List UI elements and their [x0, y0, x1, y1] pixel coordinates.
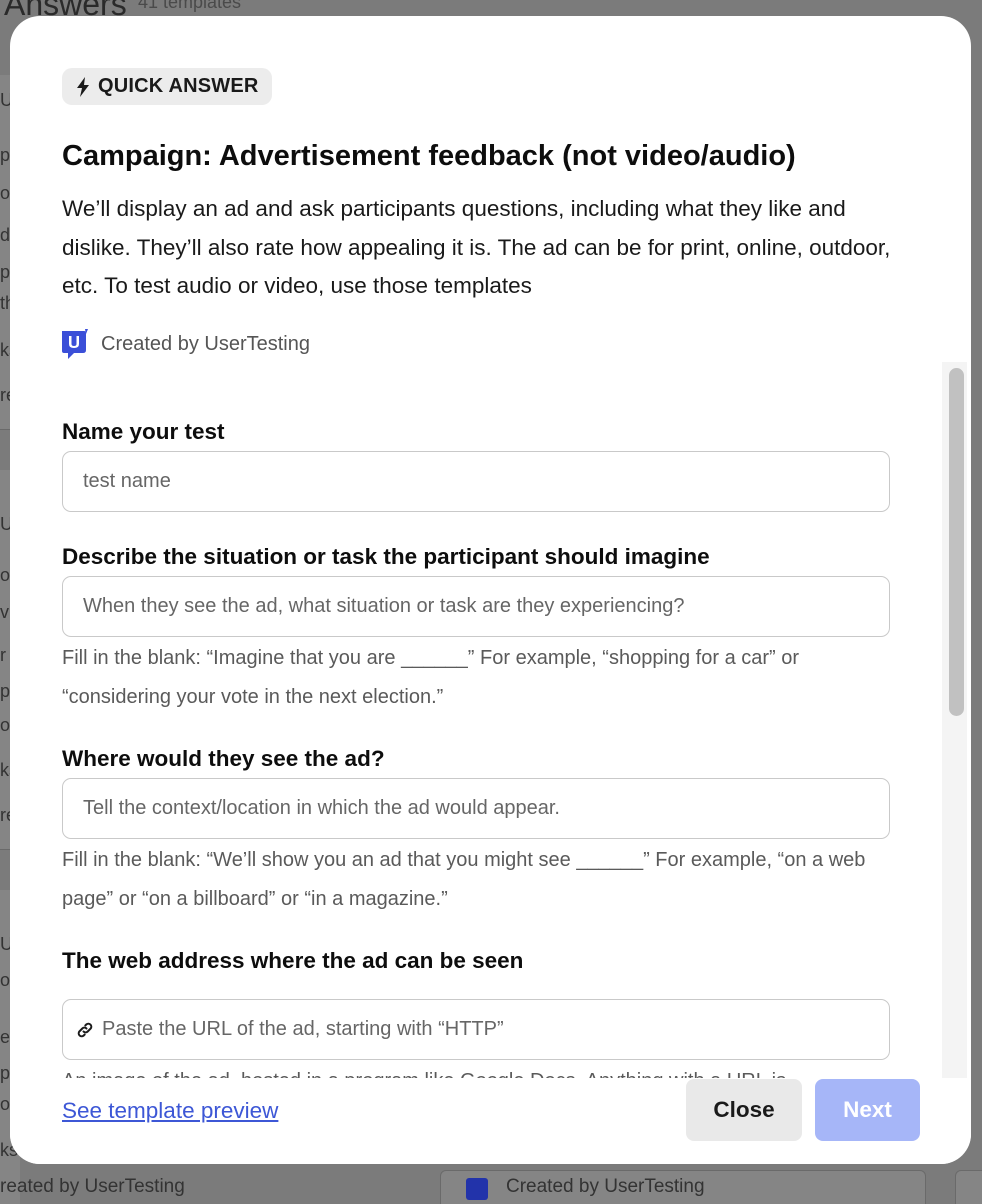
link-icon — [77, 1022, 93, 1037]
background-text-fragment: o — [0, 970, 11, 990]
situation-helper-text: Fill in the blank: “Imagine that you are… — [62, 647, 800, 708]
background-text-fragment: o — [0, 715, 11, 735]
background-text-fragment: o — [0, 1094, 11, 1114]
modal-footer: See template preview Close Next — [10, 1078, 971, 1164]
scrollbar-thumb[interactable] — [949, 368, 964, 716]
background-text-fragment: p — [0, 262, 11, 282]
background-created-by: reated by UserTesting — [0, 1176, 185, 1197]
location-helper-text: Fill in the blank: “We’ll show you an ad… — [62, 849, 866, 910]
quick-answer-badge: QUICK ANSWER — [62, 68, 272, 105]
location-input[interactable]: Tell the context/location in which the a… — [62, 778, 890, 839]
close-button[interactable]: Close — [686, 1079, 802, 1141]
background-text-fragment: r — [0, 645, 6, 665]
background-created-by: Created by UserTesting — [506, 1176, 705, 1197]
usertesting-logo-icon — [62, 329, 88, 359]
test-name-label: Name your test — [62, 419, 225, 444]
template-modal: QUICK ANSWER Campaign: Advertisement fee… — [10, 16, 971, 1164]
next-button[interactable]: Next — [815, 1079, 920, 1141]
badge-label: QUICK ANSWER — [98, 75, 259, 97]
test-name-input[interactable]: test name — [62, 451, 890, 512]
form-scroll-area[interactable]: Name your test test name Describe the si… — [10, 361, 971, 1078]
location-label: Where would they see the ad? — [62, 746, 385, 771]
url-helper-text: An image of the ad, hosted in a program … — [62, 1062, 892, 1078]
creator-info: Created by UserTesting — [62, 329, 310, 360]
url-input[interactable]: Paste the URL of the ad, starting with “… — [62, 999, 890, 1060]
modal-description: We’ll display an ad and ask participants… — [62, 196, 891, 298]
situation-input[interactable]: When they see the ad, what situation or … — [62, 576, 890, 637]
background-text-fragment: p — [0, 1063, 11, 1083]
lightning-icon — [76, 76, 90, 97]
creator-text: Created by UserTesting — [101, 333, 310, 355]
modal-title: Campaign: Advertisement feedback (not vi… — [62, 140, 796, 172]
background-card — [955, 1170, 982, 1204]
see-template-preview-link[interactable]: See template preview — [62, 1098, 278, 1124]
url-label: The web address where the ad can be seen — [62, 948, 524, 973]
background-text-fragment: o — [0, 565, 11, 585]
url-input-placeholder: Paste the URL of the ad, starting with “… — [102, 1018, 504, 1040]
situation-label: Describe the situation or task the parti… — [62, 544, 710, 569]
background-usertesting-icon — [466, 1178, 488, 1200]
background-template-count: 41 templates — [138, 0, 242, 12]
background-text-fragment: p — [0, 145, 11, 165]
